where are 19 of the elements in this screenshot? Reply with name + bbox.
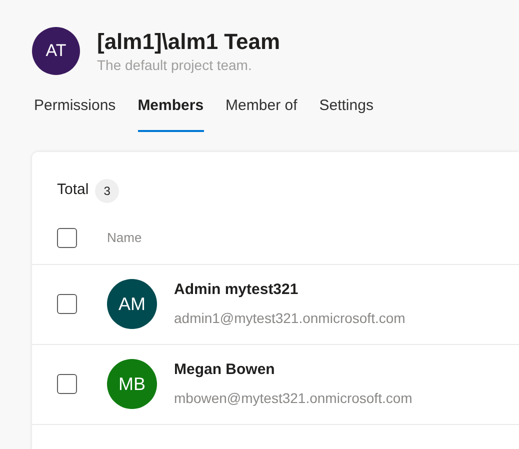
member-email: admin1@mytest321.onmicrosoft.com — [174, 308, 406, 328]
member-name: Megan Bowen — [174, 360, 276, 380]
column-header: Name — [107, 229, 142, 248]
member-avatar: MB — [107, 359, 157, 409]
tab[interactable]: Members — [138, 92, 204, 132]
team-avatar: AT — [32, 27, 80, 75]
member-email: mbowen@mytest321.onmicrosoft.com — [174, 388, 412, 408]
team-description: The default project team. — [97, 56, 253, 74]
tab[interactable]: Member of — [226, 92, 298, 132]
tab[interactable]: Settings — [319, 92, 374, 132]
row-checkbox[interactable] — [57, 294, 77, 314]
tab[interactable]: Permissions — [34, 92, 116, 132]
team-name: [alm1]\alm1 Team — [97, 28, 280, 56]
total-count: 3 — [94, 178, 120, 202]
member-avatar: AM — [107, 279, 157, 329]
total-label: Total — [57, 180, 89, 200]
row-checkbox[interactable] — [57, 374, 77, 394]
select-all-checkbox[interactable] — [57, 228, 77, 248]
member-name: Admin mytest321 — [174, 280, 300, 300]
